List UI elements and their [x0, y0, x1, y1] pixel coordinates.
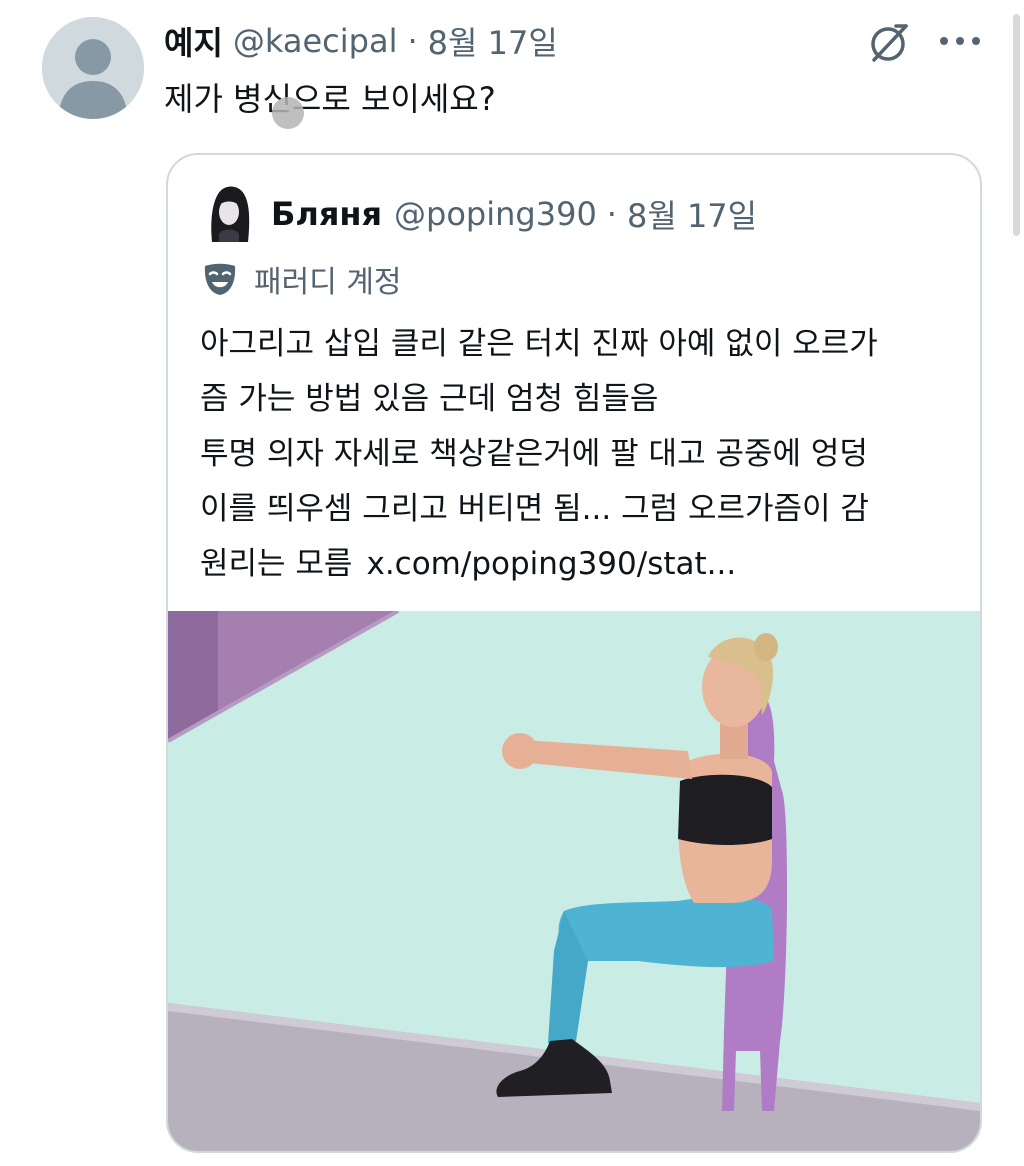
quoted-tweet-image[interactable] [168, 611, 980, 1151]
tweet-text: 제가 병신으로 보이세요? [164, 80, 496, 118]
quoted-text-line: 이를 띄우셈 그리고 버티면 됨... 그럼 오르가즘이 감 [200, 491, 869, 527]
tweet-date[interactable]: 8월 17일 [428, 18, 558, 64]
scrollbar[interactable] [1013, 14, 1020, 236]
more-icon[interactable] [940, 26, 980, 56]
default-avatar-icon [42, 17, 144, 119]
quoted-author-avatar[interactable] [204, 182, 254, 242]
quoted-text-line: 즘 가는 방법 있음 근데 엄청 힘들음 [200, 381, 659, 417]
separator-dot: · [407, 22, 418, 60]
quoted-tweet-text: 아그리고 삽입 클리 같은 터치 진짜 아예 없이 오르가 즘 가는 방법 있음… [200, 317, 970, 592]
tweet-header: 예지 @kaecipal · 8월 17일 [164, 18, 558, 64]
quoted-author-display-name[interactable]: Бляня [271, 195, 382, 233]
author-handle[interactable]: @kaecipal [233, 22, 398, 60]
tweet-link[interactable]: x.com/poping390/stat... [366, 546, 736, 582]
quoted-text-line: 아그리고 삽입 클리 같은 터치 진짜 아예 없이 오르가 [200, 326, 878, 362]
parody-account-label: 패러디 계정 [200, 255, 402, 303]
more-dot-icon [940, 37, 948, 45]
quoted-tweet-header: Бляня @poping390 · 8월 17일 [271, 191, 757, 237]
parody-label: 패러디 계정 [254, 265, 402, 300]
author-display-name[interactable]: 예지 [164, 18, 223, 64]
grok-icon[interactable] [866, 20, 912, 66]
quoted-author-handle[interactable]: @poping390 [394, 195, 597, 233]
parody-mask-icon [204, 263, 236, 295]
tweet-page: 예지 @kaecipal · 8월 17일 제가 병신으로 보이세요? Блян… [0, 0, 1024, 1166]
more-dot-icon [972, 37, 980, 45]
quoted-text-line-last: 원리는 모름 x.com/poping390/stat... [200, 537, 970, 592]
quoted-text-fragment: 원리는 모름 [200, 546, 353, 582]
quoted-tweet-date[interactable]: 8월 17일 [627, 191, 757, 237]
separator-dot: · [606, 195, 617, 233]
author-avatar[interactable] [42, 17, 144, 119]
touch-indicator [272, 97, 304, 129]
wall-sit-photo [168, 611, 980, 1151]
quoted-text-line: 투명 의자 자세로 책상같은거에 팔 대고 공중에 엉덩 [200, 436, 868, 472]
quoted-tweet-card[interactable]: Бляня @poping390 · 8월 17일 패러디 계정 아그리고 삽입… [166, 153, 982, 1153]
more-dot-icon [956, 37, 964, 45]
